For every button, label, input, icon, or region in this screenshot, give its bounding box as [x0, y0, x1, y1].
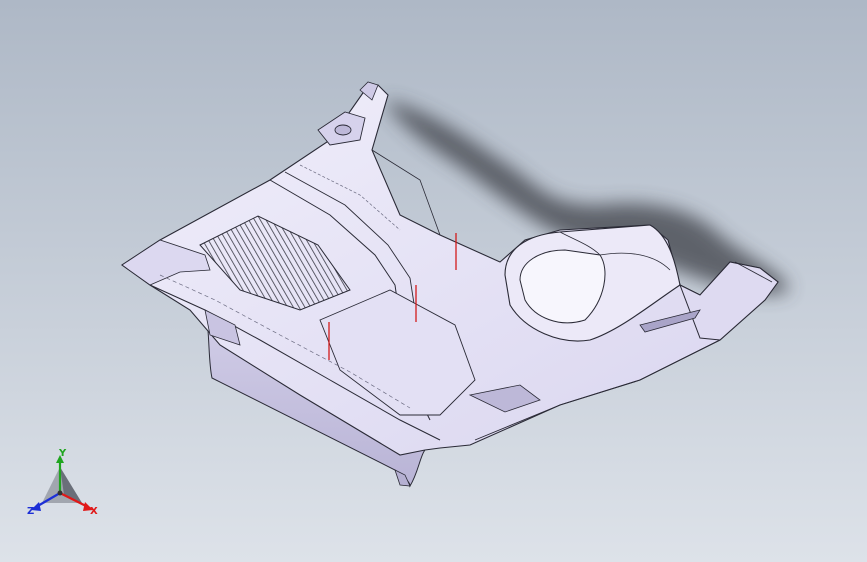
graphics-viewport[interactable]: Y X Z — [0, 0, 867, 562]
y-axis-label: Y — [59, 448, 67, 459]
coordinate-triad[interactable]: Y X Z — [22, 445, 112, 525]
triad-graphic — [31, 455, 93, 511]
z-axis-label: Z — [27, 506, 35, 517]
model-view[interactable] — [0, 0, 867, 562]
x-axis-label: X — [90, 506, 98, 517]
